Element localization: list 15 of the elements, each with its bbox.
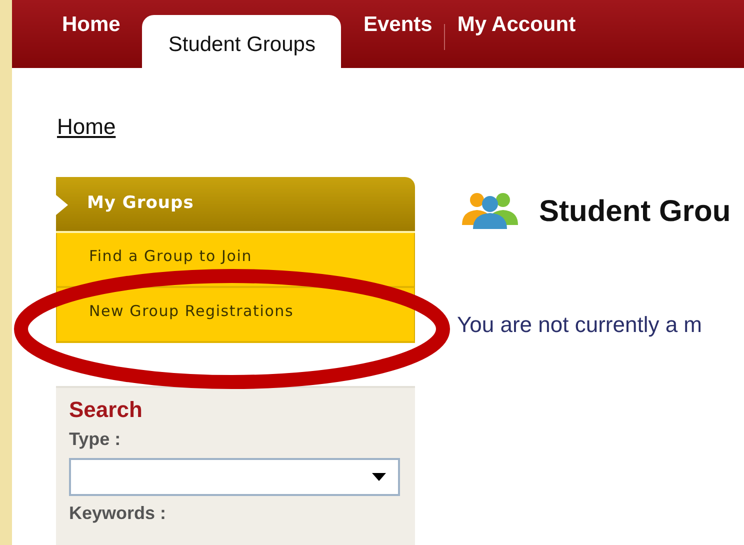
menu-item[interactable]: New Group Registrations — [56, 288, 415, 343]
page-title: Student Grou — [539, 194, 731, 230]
type-select[interactable] — [69, 458, 400, 496]
breadcrumb-link[interactable]: Home — [57, 114, 116, 139]
nav-tab[interactable]: Home — [50, 0, 132, 68]
search-title: Search — [69, 396, 142, 424]
nav-tab[interactable]: My Account — [445, 0, 588, 68]
nav-tab[interactable]: Events — [351, 0, 444, 68]
menu-title: My Groups — [87, 192, 194, 216]
triangle-icon — [56, 195, 68, 215]
nav-tab[interactable]: Student Groups — [142, 15, 342, 68]
type-label: Type : — [69, 428, 121, 450]
keywords-label: Keywords : — [69, 502, 166, 524]
dropdown-arrow-icon — [372, 473, 386, 481]
status-message: You are not currently a m — [457, 311, 702, 339]
